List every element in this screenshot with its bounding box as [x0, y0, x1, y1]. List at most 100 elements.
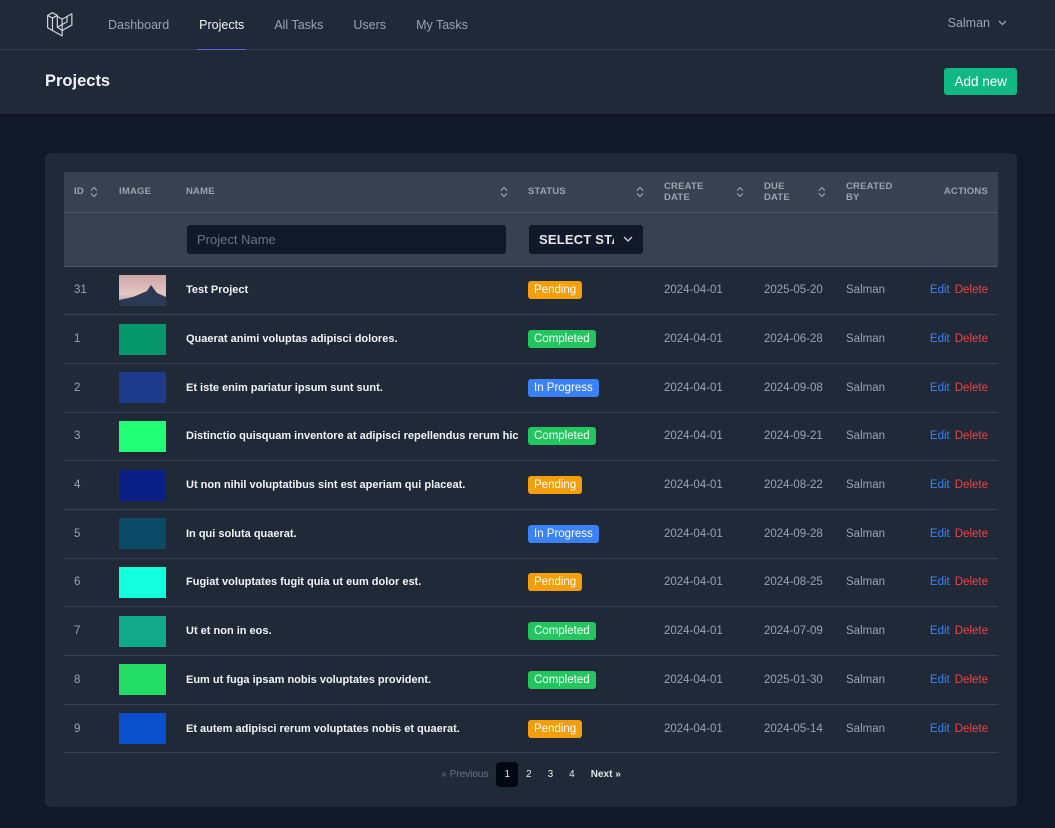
sort-icon	[90, 186, 98, 198]
row-id: 31	[74, 284, 87, 297]
edit-link[interactable]: Edit	[930, 723, 950, 735]
row-create-date: 2024-04-01	[664, 625, 723, 638]
edit-link[interactable]: Edit	[930, 528, 950, 540]
col-status[interactable]: Status	[518, 172, 654, 212]
row-actions: Edit Delete	[918, 266, 998, 315]
chevron-down-icon	[998, 20, 1007, 26]
row-name[interactable]: Quaerat animi voluptas adipisci dolores.	[176, 315, 518, 364]
project-thumbnail	[119, 372, 166, 404]
pagination-next[interactable]: Next »	[583, 762, 629, 787]
row-id: 4	[74, 479, 81, 492]
col-due-date[interactable]: Due Date	[754, 172, 836, 212]
edit-link[interactable]: Edit	[930, 479, 950, 491]
project-thumbnail	[119, 518, 166, 550]
row-status: Completed	[518, 607, 654, 656]
edit-link[interactable]: Edit	[930, 382, 950, 394]
project-thumbnail	[119, 713, 166, 745]
filter-row: Select Status	[64, 212, 998, 266]
col-create-date[interactable]: Create Date	[654, 172, 754, 212]
project-name-filter-input[interactable]	[186, 223, 507, 255]
edit-link[interactable]: Edit	[930, 430, 950, 442]
project-thumbnail	[119, 469, 166, 501]
laravel-logo-icon[interactable]	[46, 10, 74, 38]
status-badge: Pending	[528, 573, 583, 592]
pagination-page-4[interactable]: 4	[561, 762, 583, 787]
projects-card: ID Image Name Status Create Date Due Dat…	[45, 153, 1017, 807]
col-name[interactable]: Name	[176, 172, 518, 212]
table-row: 31 Test Project Pending 2024-04-01 2025-05-2…	[64, 266, 998, 315]
edit-link[interactable]: Edit	[930, 576, 950, 588]
status-badge: In Progress	[528, 378, 599, 397]
delete-link[interactable]: Delete	[955, 723, 988, 735]
edit-link[interactable]: Edit	[930, 674, 950, 686]
row-id: 7	[74, 625, 81, 638]
row-id: 2	[74, 381, 81, 394]
table-row: 8 Eum ut fuga ipsam nobis voluptates prov…	[64, 656, 998, 705]
col-id[interactable]: ID	[64, 172, 109, 212]
row-name[interactable]: Eum ut fuga ipsam nobis voluptates provi…	[176, 656, 518, 705]
status-badge: Completed	[528, 670, 596, 689]
edit-link[interactable]: Edit	[930, 333, 950, 345]
delete-link[interactable]: Delete	[955, 674, 988, 686]
nav-link-my-tasks[interactable]: My Tasks	[416, 0, 468, 50]
row-actions: Edit Delete	[918, 461, 998, 510]
table-row: 2 Et iste enim pariatur ipsum sunt sunt. I…	[64, 363, 998, 413]
row-name[interactable]: Test Project	[176, 266, 518, 315]
user-menu[interactable]: Salman	[948, 0, 1007, 46]
row-image	[109, 461, 176, 510]
delete-link[interactable]: Delete	[955, 284, 988, 296]
row-status: Completed	[518, 315, 654, 364]
delete-link[interactable]: Delete	[955, 625, 988, 637]
status-badge: Completed	[528, 622, 596, 641]
row-name[interactable]: Fugiat voluptates fugit quia ut eum dolo…	[176, 558, 518, 607]
row-image	[109, 266, 176, 315]
row-actions: Edit Delete	[918, 607, 998, 656]
row-create-date: 2024-04-01	[664, 430, 723, 443]
delete-link[interactable]: Delete	[955, 576, 988, 588]
delete-link[interactable]: Delete	[955, 430, 988, 442]
row-id: 1	[74, 333, 81, 346]
delete-link[interactable]: Delete	[955, 528, 988, 540]
row-status: In Progress	[518, 363, 654, 412]
row-image	[109, 509, 176, 558]
table-row: 4 Ut non nihil voluptatibus sint est aper…	[64, 461, 998, 510]
pagination-page-3[interactable]: 3	[540, 762, 562, 787]
row-name[interactable]: Distinctio quisquam inventore at adipisc…	[176, 412, 518, 461]
page-title: Projects	[45, 72, 111, 90]
row-name[interactable]: In qui soluta quaerat.	[176, 509, 518, 558]
pagination-page-1[interactable]: 1	[496, 762, 519, 787]
status-filter-select[interactable]: Select Status	[528, 223, 644, 255]
row-actions: Edit Delete	[918, 509, 998, 558]
sort-icon	[636, 186, 644, 198]
add-new-button[interactable]: Add new	[944, 68, 1017, 95]
nav-link-dashboard[interactable]: Dashboard	[108, 0, 169, 50]
delete-link[interactable]: Delete	[955, 333, 988, 345]
row-name[interactable]: Et iste enim pariatur ipsum sunt sunt.	[176, 363, 518, 412]
project-thumbnail	[119, 274, 166, 306]
nav-link-users[interactable]: Users	[353, 0, 386, 50]
status-badge: Pending	[528, 719, 583, 738]
row-create-date: 2024-04-01	[664, 576, 723, 589]
row-name[interactable]: Ut non nihil voluptatibus sint est aperi…	[176, 461, 518, 510]
edit-link[interactable]: Edit	[930, 284, 950, 296]
nav-link-all-tasks[interactable]: All Tasks	[274, 0, 323, 50]
table-row: 6 Fugiat voluptates fugit quia ut eum dol…	[64, 558, 998, 607]
row-due-date: 2024-09-21	[764, 430, 823, 443]
edit-link[interactable]: Edit	[930, 625, 950, 637]
delete-link[interactable]: Delete	[955, 382, 988, 394]
table-row: 7 Ut et non in eos. Completed 2024-04-01 202…	[64, 607, 998, 656]
project-thumbnail	[119, 566, 166, 598]
project-thumbnail	[119, 615, 166, 647]
row-name[interactable]: Ut et non in eos.	[176, 607, 518, 656]
pagination-page-2[interactable]: 2	[518, 762, 540, 787]
nav-link-projects[interactable]: Projects	[197, 0, 247, 51]
user-name: Salman	[947, 16, 990, 30]
row-due-date: 2024-07-09	[764, 625, 823, 638]
row-due-date: 2024-08-22	[764, 479, 823, 492]
row-name[interactable]: Et autem adipisci rerum voluptates nobis…	[176, 704, 518, 753]
row-actions: Edit Delete	[918, 363, 998, 412]
row-status: Completed	[518, 656, 654, 705]
delete-link[interactable]: Delete	[955, 479, 988, 491]
page-header: Projects Add new	[0, 50, 1055, 114]
row-id: 8	[74, 673, 81, 686]
